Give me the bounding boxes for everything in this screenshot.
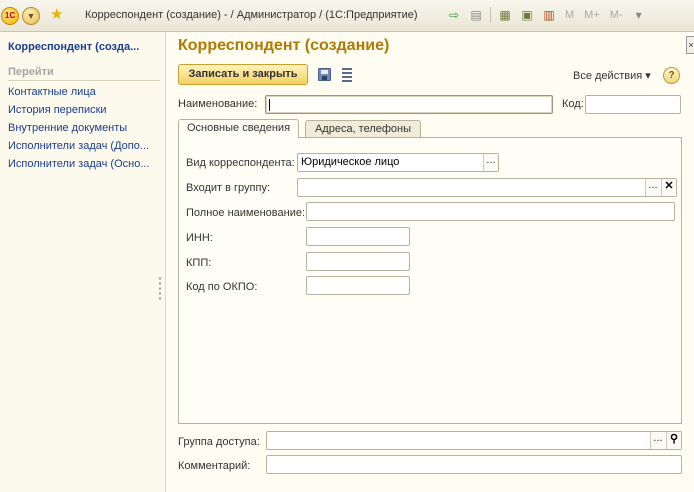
app-logo-icon[interactable]: 1С — [1, 7, 19, 25]
section-divider — [8, 80, 160, 81]
inn-label: ИНН: — [186, 232, 213, 244]
fullname-input[interactable] — [306, 202, 675, 221]
code-input[interactable] — [585, 95, 681, 114]
group-label: Входит в группу: — [186, 182, 270, 194]
structure-icon[interactable] — [342, 68, 352, 82]
chevron-down-icon[interactable]: ▼ — [22, 7, 40, 25]
name-input[interactable] — [265, 95, 553, 114]
window-title: Корреспондент (создание) - / Администрат… — [85, 9, 418, 21]
section-title-goto: Перейти — [8, 66, 54, 78]
navigation-list: Контактные лица История переписки Внутре… — [8, 83, 150, 173]
inn-input[interactable] — [306, 227, 410, 246]
form-title: Корреспондент (создание) — [178, 37, 390, 54]
tab-main-info[interactable]: Основные сведения — [178, 119, 299, 138]
navigation-panel: Корреспондент (созда... Перейти Контактн… — [0, 32, 166, 492]
memory-plus-button[interactable]: M+ — [582, 7, 602, 23]
spreadsheet-icon[interactable]: ▦ — [497, 7, 513, 23]
access-group-select[interactable]: ... ⚲ — [266, 431, 682, 450]
close-icon[interactable]: × — [686, 36, 694, 54]
kind-label: Вид корреспондента: — [186, 157, 295, 169]
clear-icon[interactable]: ✕ — [661, 179, 676, 196]
okpo-input[interactable] — [306, 276, 410, 295]
toolbar-divider — [490, 7, 491, 23]
title-bar: 1С ▼ ★ Корреспондент (создание) - / Адми… — [0, 0, 694, 32]
comment-input[interactable] — [266, 455, 682, 474]
nav-item-internal-documents[interactable]: Внутренние документы — [8, 119, 150, 137]
all-actions-menu[interactable]: Все действия ▾ — [573, 69, 651, 82]
fullname-label: Полное наименование: — [186, 207, 306, 219]
calculator-icon[interactable]: ▣ — [519, 7, 535, 23]
forward-icon[interactable]: ▤ — [468, 7, 484, 23]
calendar-icon[interactable]: ▥ — [541, 7, 557, 23]
comment-label: Комментарий: — [178, 460, 251, 472]
kpp-label: КПП: — [186, 257, 212, 269]
tab-addresses-phones[interactable]: Адреса, телефоны — [305, 120, 421, 138]
nav-item-correspondence-history[interactable]: История переписки — [8, 101, 150, 119]
kind-value: Юридическое лицо — [301, 156, 400, 168]
panel-splitter-handle[interactable] — [158, 276, 162, 302]
save-and-close-button[interactable]: Записать и закрыть — [178, 64, 308, 85]
nav-item-contacts[interactable]: Контактные лица — [8, 83, 150, 101]
memory-button[interactable]: M — [563, 7, 576, 23]
kind-select[interactable]: Юридическое лицо ... — [297, 153, 499, 172]
panel-title: Корреспондент (созда... — [8, 41, 140, 53]
group-select-button[interactable]: ... — [645, 179, 660, 196]
form-area: Корреспондент (создание) × Записать и за… — [167, 32, 694, 492]
tab-panel-main-info: Вид корреспондента: Юридическое лицо ...… — [178, 137, 682, 424]
code-label: Код: — [562, 98, 584, 110]
help-icon[interactable]: ? — [663, 67, 680, 84]
title-toolbar: ⇨ ▤ ▦ ▣ ▥ M M+ M- ▾ — [446, 7, 647, 23]
access-group-label: Группа доступа: — [178, 436, 260, 448]
name-label: Наименование: — [178, 98, 258, 110]
okpo-label: Код по ОКПО: — [186, 281, 258, 293]
kpp-input[interactable] — [306, 252, 410, 271]
access-group-select-button[interactable]: ... — [650, 432, 665, 449]
star-icon[interactable]: ★ — [50, 6, 63, 24]
kind-select-button[interactable]: ... — [483, 154, 498, 171]
save-icon[interactable] — [318, 68, 331, 81]
search-icon[interactable]: ⚲ — [666, 432, 681, 449]
text-cursor — [269, 99, 270, 111]
nav-item-task-performers-main[interactable]: Исполнители задач (Осно... — [8, 155, 150, 173]
memory-minus-button[interactable]: M- — [608, 7, 625, 23]
group-select[interactable]: ... ✕ — [297, 178, 677, 197]
toolbar-dropdown-icon[interactable]: ▾ — [631, 7, 647, 23]
back-icon[interactable]: ⇨ — [446, 7, 462, 23]
nav-item-task-performers-additional[interactable]: Исполнители задач (Допо... — [8, 137, 150, 155]
